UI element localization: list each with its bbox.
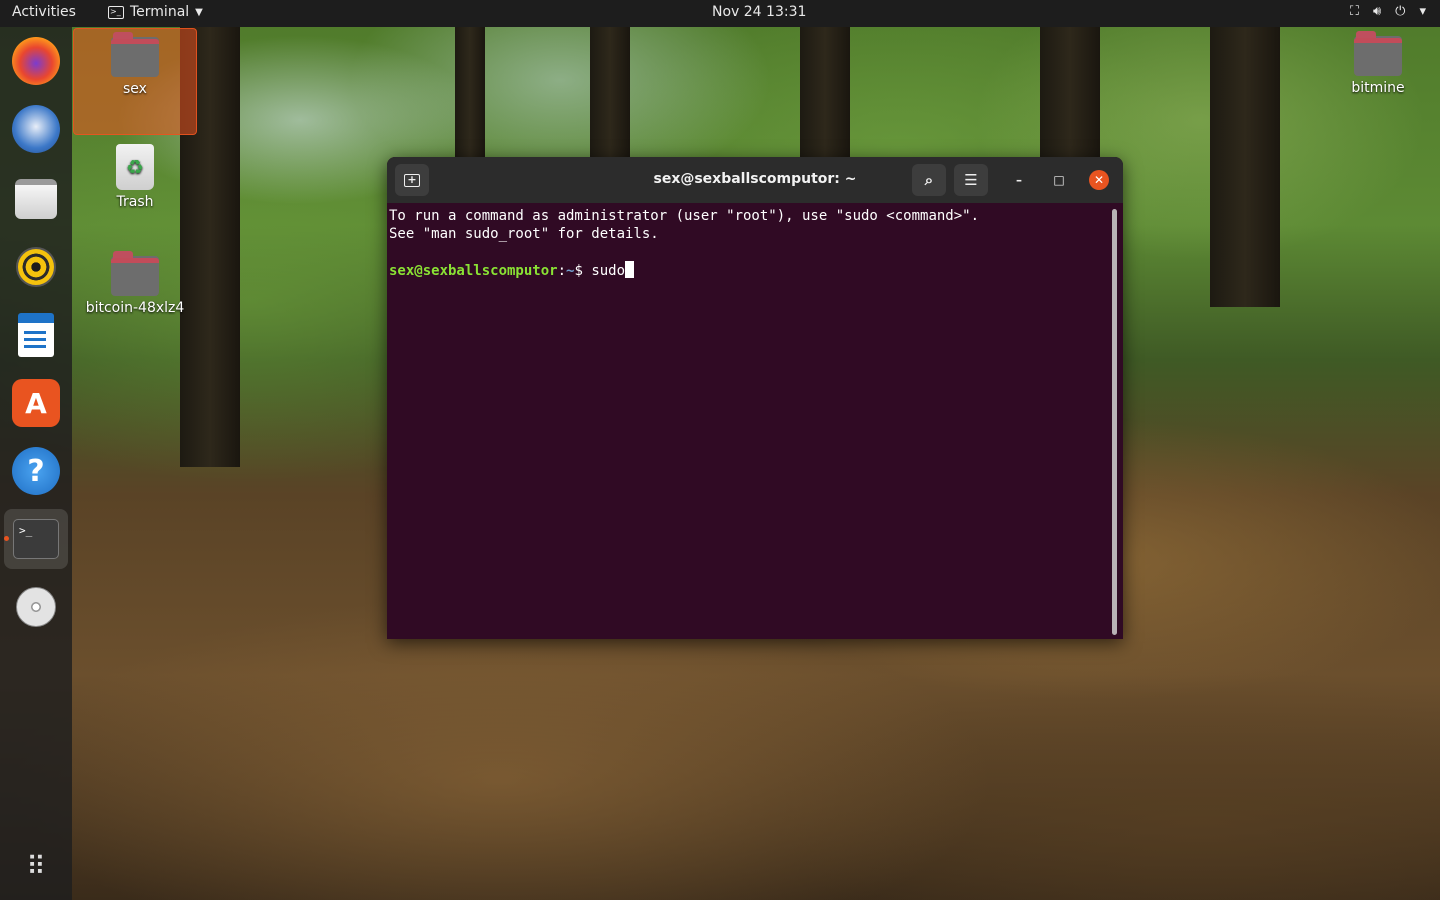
command-input[interactable]: sudo <box>591 263 625 279</box>
thunderbird-icon[interactable] <box>12 105 60 153</box>
close-icon: ✕ <box>1093 173 1105 187</box>
desktop-icon-label: Trash <box>116 194 154 210</box>
writer-icon[interactable] <box>12 311 60 359</box>
terminal-output[interactable]: To run a command as administrator (user … <box>389 207 1109 637</box>
terminal-window[interactable]: + sex@sexballscomputor: ~ ⌕ ☰ – □ ✕ To r… <box>387 157 1123 639</box>
terminal-titlebar[interactable]: + sex@sexballscomputor: ~ ⌕ ☰ – □ ✕ <box>387 157 1123 203</box>
system-tray[interactable]: ⛶ 🔊︎ ⏻ ▾ <box>1350 4 1426 19</box>
network-icon[interactable]: ⛶ <box>1350 4 1359 19</box>
search-button[interactable]: ⌕ <box>912 164 946 196</box>
text-cursor <box>625 261 635 278</box>
maximize-button[interactable]: □ <box>1049 170 1069 190</box>
show-apps-icon[interactable]: ⠿ <box>12 843 60 891</box>
hamburger-icon: ☰ <box>964 171 978 189</box>
desktop-icon-trash[interactable]: ♻ Trash <box>73 142 197 210</box>
terminal-app-icon: >_ <box>108 5 124 19</box>
close-button[interactable]: ✕ <box>1089 170 1109 190</box>
power-icon[interactable]: ⏻ <box>1395 4 1405 19</box>
terminal-prompt-line[interactable]: sex@sexballscomputor:~$ sudo <box>389 261 1109 280</box>
dvd-icon[interactable] <box>12 583 60 631</box>
desktop-icon-label: bitcoin-48xlz4 <box>85 300 185 316</box>
folder-icon <box>111 251 159 296</box>
desktop-icon-label: bitmine <box>1351 80 1405 96</box>
maximize-icon: □ <box>1053 173 1065 187</box>
app-menu[interactable]: >_ Terminal ▼ <box>108 4 203 20</box>
rhythmbox-icon[interactable] <box>12 243 60 291</box>
firefox-icon[interactable] <box>12 37 60 85</box>
dock: A ? >_ ⠿ <box>0 27 72 900</box>
help-icon[interactable]: ? <box>12 447 60 495</box>
files-icon[interactable] <box>12 175 60 223</box>
home-folder-icon <box>111 32 159 77</box>
desktop-icon-bitcoin-folder[interactable]: bitcoin-48xlz4 <box>73 248 197 316</box>
prompt-user: sex@sexballscomputor <box>389 263 558 279</box>
menu-button[interactable]: ☰ <box>954 164 988 196</box>
search-icon: ⌕ <box>924 171 934 189</box>
volume-icon[interactable]: 🔊︎ <box>1373 4 1381 19</box>
activities-button[interactable]: Activities <box>12 4 76 20</box>
minimize-button[interactable]: – <box>1009 170 1029 190</box>
folder-icon <box>1354 31 1402 76</box>
minimize-icon: – <box>1016 173 1022 187</box>
desktop-icon-bitmine-folder[interactable]: bitmine <box>1316 28 1440 96</box>
trash-icon: ♻ <box>116 144 154 190</box>
app-menu-label: Terminal <box>130 4 190 20</box>
clock[interactable]: Nov 24 13:31 <box>712 4 806 20</box>
terminal-line: To run a command as administrator (user … <box>389 208 980 224</box>
terminal-icon[interactable]: >_ <box>12 515 60 563</box>
software-center-icon[interactable]: A <box>12 379 60 427</box>
top-bar: Activities >_ Terminal ▼ Nov 24 13:31 ⛶ … <box>0 0 1440 27</box>
desktop-icon-label: sex <box>123 81 147 97</box>
chevron-down-icon: ▼ <box>195 6 203 18</box>
menu-caret-icon[interactable]: ▾ <box>1419 4 1426 19</box>
terminal-scrollbar[interactable] <box>1112 209 1117 635</box>
terminal-line: See "man sudo_root" for details. <box>389 226 659 242</box>
prompt-symbol: $ <box>574 263 592 279</box>
desktop-icon-home[interactable]: sex <box>73 28 197 135</box>
running-indicator <box>4 536 9 541</box>
prompt-separator: : <box>557 263 567 279</box>
